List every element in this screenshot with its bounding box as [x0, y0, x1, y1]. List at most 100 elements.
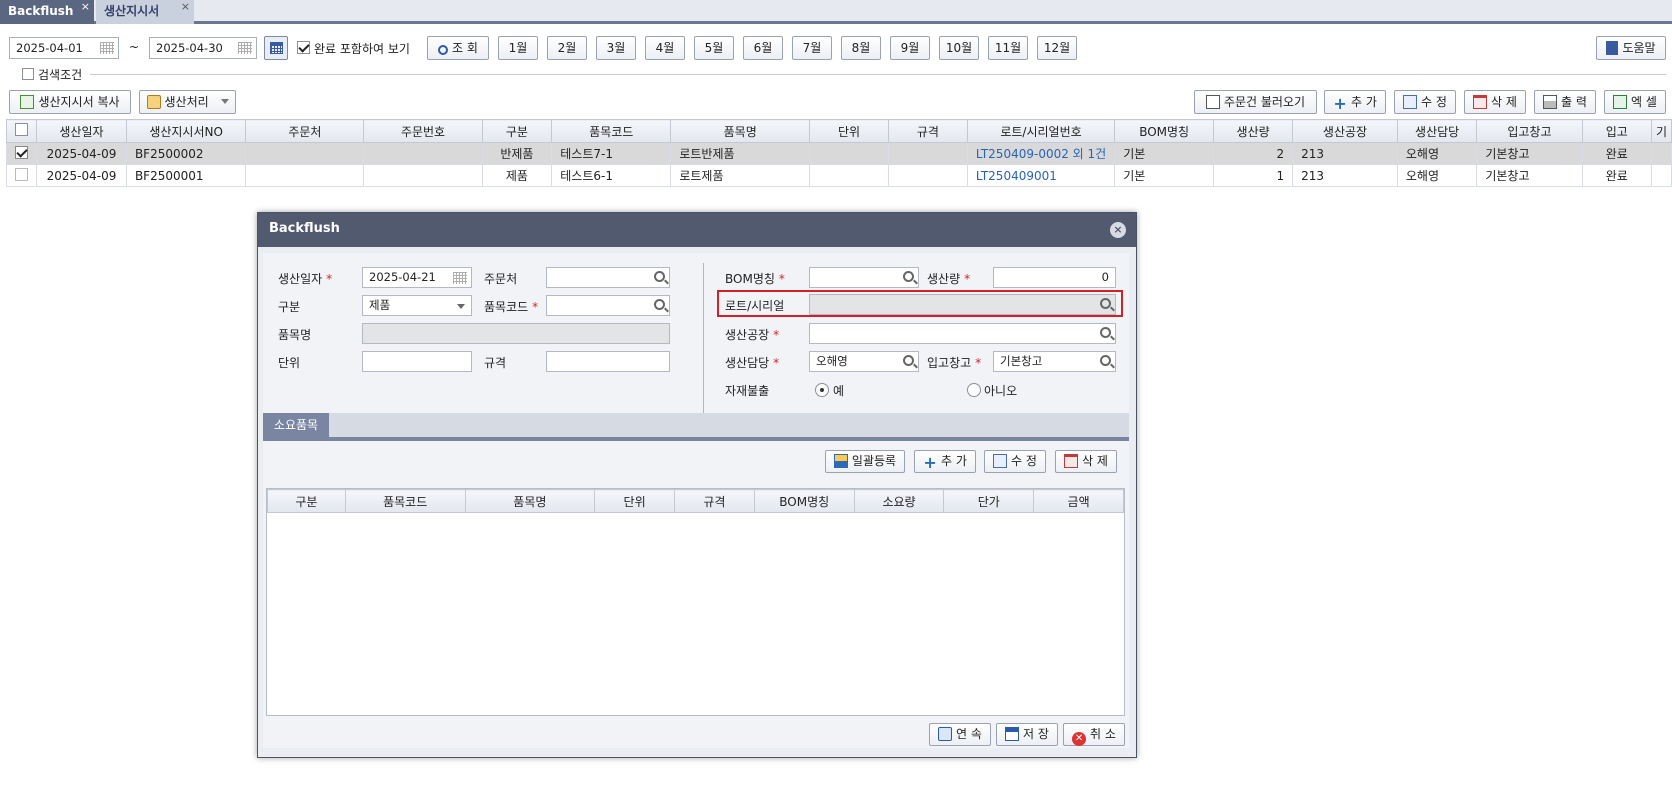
column-header[interactable]: 생산공장: [1292, 119, 1398, 143]
calendar-button[interactable]: [264, 36, 288, 60]
excel-button[interactable]: 엑 셀: [1604, 90, 1666, 114]
item-code-input[interactable]: [546, 295, 670, 316]
cancel-button[interactable]: ✕ 취 소: [1063, 723, 1125, 746]
help-button[interactable]: 도움말: [1596, 36, 1666, 60]
dialog-title-bar[interactable]: Backflush ×: [258, 213, 1136, 247]
table-row[interactable]: 2025-04-09 BF2500002 반제품 테스트7-1 로트반제품 LT…: [6, 142, 1672, 165]
calendar-icon[interactable]: [238, 42, 252, 54]
table-row[interactable]: 2025-04-09 BF2500001 제품 테스트6-1 로트제품 LT25…: [6, 164, 1672, 187]
lot-input[interactable]: [809, 294, 1116, 315]
search-button[interactable]: 조 회: [427, 36, 489, 60]
column-header[interactable]: 단가: [943, 489, 1035, 513]
column-header[interactable]: 규격: [887, 119, 968, 143]
column-header[interactable]: 기: [1650, 119, 1672, 143]
add-button[interactable]: + 추 가: [1324, 90, 1386, 114]
month-button-6[interactable]: 6월: [743, 36, 783, 60]
column-header[interactable]: 생산담당: [1396, 119, 1478, 143]
sub-delete-button[interactable]: 삭 제: [1055, 450, 1117, 473]
date-to-input[interactable]: 2025-04-30: [149, 37, 257, 59]
column-header[interactable]: 품목코드: [551, 119, 672, 143]
cell-lot-link[interactable]: LT250409-0002 외 1건: [966, 142, 1116, 165]
manager-input[interactable]: 오해영: [809, 351, 919, 372]
column-header[interactable]: BOM명칭: [1114, 119, 1215, 143]
column-header[interactable]: 구분: [481, 119, 553, 143]
row-checkbox[interactable]: [15, 145, 28, 159]
column-header[interactable]: 입고: [1581, 119, 1652, 143]
row-checkbox-cell[interactable]: [6, 142, 37, 165]
bom-input[interactable]: [809, 267, 919, 288]
row-checkbox[interactable]: [15, 167, 28, 181]
edit-button[interactable]: 수 정: [1394, 90, 1456, 114]
prod-date-input[interactable]: 2025-04-21: [362, 267, 472, 288]
month-button-3[interactable]: 3월: [596, 36, 636, 60]
column-header[interactable]: BOM명칭: [753, 489, 855, 513]
close-icon[interactable]: ×: [81, 0, 90, 18]
select-all-checkbox[interactable]: [15, 123, 28, 136]
cell-lot-link[interactable]: LT250409001: [966, 164, 1116, 187]
tab-backflush[interactable]: Backflush ×: [0, 0, 94, 24]
close-icon[interactable]: ×: [181, 0, 190, 18]
customer-input[interactable]: [546, 267, 670, 288]
column-header[interactable]: 입고창고: [1476, 119, 1583, 143]
column-header[interactable]: 구분: [267, 489, 346, 513]
close-icon[interactable]: ×: [1110, 222, 1126, 238]
search-icon[interactable]: [1100, 355, 1111, 366]
column-header[interactable]: 품목명: [670, 119, 811, 143]
month-button-7[interactable]: 7월: [792, 36, 832, 60]
search-icon[interactable]: [1100, 298, 1111, 309]
month-button-1[interactable]: 1월: [498, 36, 538, 60]
issue-yes-radio[interactable]: [815, 383, 829, 397]
search-icon[interactable]: [903, 355, 914, 366]
month-button-2[interactable]: 2월: [547, 36, 587, 60]
column-header[interactable]: 생산지시서NO: [125, 119, 247, 143]
spec-input[interactable]: [546, 351, 670, 372]
column-header[interactable]: 주문처: [245, 119, 365, 143]
search-conditions-toggle[interactable]: [22, 68, 34, 80]
column-header[interactable]: 품목코드: [344, 489, 466, 513]
search-icon[interactable]: [654, 299, 665, 310]
row-checkbox-cell[interactable]: [6, 164, 37, 187]
column-header[interactable]: 금액: [1033, 489, 1124, 513]
column-header[interactable]: 주문번호: [363, 119, 483, 143]
qty-input[interactable]: 0: [993, 267, 1116, 288]
month-button-5[interactable]: 5월: [694, 36, 734, 60]
search-icon[interactable]: [654, 271, 665, 282]
unit-input[interactable]: [362, 351, 472, 372]
select-all-cell[interactable]: [6, 119, 37, 143]
search-icon[interactable]: [1100, 327, 1111, 338]
calendar-icon[interactable]: [100, 42, 114, 54]
date-from-input[interactable]: 2025-04-01: [9, 37, 119, 59]
process-dropdown[interactable]: 생산처리: [139, 90, 236, 114]
print-button[interactable]: 출 력: [1534, 90, 1596, 114]
continue-button[interactable]: 연 속: [929, 723, 991, 746]
month-button-8[interactable]: 8월: [841, 36, 881, 60]
column-header[interactable]: 단위: [594, 489, 675, 513]
calendar-icon[interactable]: [453, 272, 467, 284]
column-header[interactable]: 로트/시리얼번호: [966, 119, 1116, 143]
save-button[interactable]: 저 장: [996, 723, 1058, 746]
search-icon[interactable]: [903, 271, 914, 282]
column-header[interactable]: 생산일자: [36, 119, 127, 143]
warehouse-input[interactable]: 기본창고: [993, 351, 1116, 372]
column-header[interactable]: 생산량: [1213, 119, 1294, 143]
sub-add-button[interactable]: + 추 가: [914, 450, 976, 473]
plant-input[interactable]: [809, 323, 1116, 344]
month-button-10[interactable]: 10월: [939, 36, 979, 60]
column-header[interactable]: 품목명: [464, 489, 596, 513]
issue-no-radio[interactable]: [967, 383, 981, 397]
type-select[interactable]: 제품: [362, 295, 472, 316]
sub-edit-button[interactable]: 수 정: [984, 450, 1046, 473]
delete-button[interactable]: 삭 제: [1464, 90, 1526, 114]
column-header[interactable]: 규격: [674, 489, 755, 513]
month-button-9[interactable]: 9월: [890, 36, 930, 60]
load-orders-button[interactable]: 주문건 불러오기: [1194, 90, 1317, 114]
column-header[interactable]: 단위: [809, 119, 889, 143]
tab-required-items[interactable]: 소요품목: [263, 413, 329, 437]
include-done-checkbox[interactable]: [297, 41, 310, 54]
month-button-11[interactable]: 11월: [988, 36, 1028, 60]
bulk-register-button[interactable]: 일괄등록: [825, 450, 905, 473]
month-button-12[interactable]: 12월: [1037, 36, 1077, 60]
copy-order-button[interactable]: 생산지시서 복사: [9, 90, 131, 114]
month-button-4[interactable]: 4월: [645, 36, 685, 60]
column-header[interactable]: 소요량: [853, 489, 945, 513]
